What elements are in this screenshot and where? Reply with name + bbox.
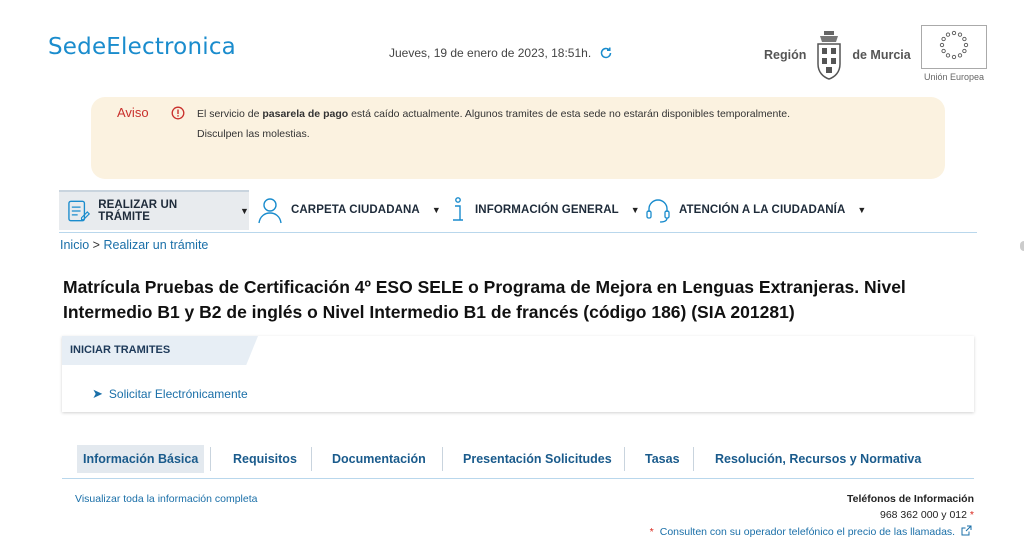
- nav-label-realizar: REALIZAR UN TRÁMITE: [98, 199, 178, 223]
- breadcrumb-separator: >: [92, 238, 100, 252]
- chevron-down-icon: ▼: [239, 206, 249, 216]
- chevron-down-icon: ▼: [431, 205, 441, 215]
- alert-icon: [171, 106, 185, 120]
- eu-logo: Unión Europea: [921, 25, 987, 83]
- nav-item-realizar-tramite[interactable]: REALIZAR UN TRÁMITE ▼: [59, 190, 249, 230]
- page-title: Matrícula Pruebas de Certificación 4º ES…: [63, 277, 906, 322]
- region-murcia-logo[interactable]: Región de Murcia: [764, 28, 911, 82]
- note-text: Consulten con su operador telefónico el …: [659, 526, 956, 538]
- notice-text-post: está caído actualmente. Algunos tramites…: [348, 108, 791, 120]
- asterisk-mark: *: [969, 509, 974, 521]
- phones-numbers: 968 362 000 y 012 *: [847, 509, 974, 521]
- eu-label: Unión Europea: [923, 72, 985, 82]
- tab-requisitos[interactable]: Requisitos: [227, 445, 303, 473]
- headset-icon: [646, 199, 670, 223]
- breadcrumb: Inicio > Realizar un trámite: [60, 238, 208, 252]
- info-tabs: Información Básica Requisitos Documentac…: [62, 440, 974, 479]
- form-edit-icon: [68, 200, 91, 222]
- notice-text-bold: pasarela de pago: [262, 108, 349, 120]
- notice-title: Aviso: [117, 105, 149, 120]
- notice-apology: Disculpen las molestias.: [197, 128, 310, 140]
- nav-label-carpeta: CARPETA CIUDADANA: [291, 204, 420, 216]
- chevron-down-icon: ▼: [857, 205, 867, 215]
- arrow-right-icon: ➤: [92, 386, 103, 401]
- nav-item-informacion-general[interactable]: INFORMACIÓN GENERAL ▼: [449, 190, 640, 230]
- tab-divider: [210, 447, 211, 471]
- info-icon: [453, 197, 463, 221]
- sede-electronica-logo[interactable]: SedeElectronica: [48, 34, 236, 60]
- tab-resolucion-recursos[interactable]: Resolución, Recursos y Normativa: [709, 445, 927, 473]
- tab-informacion-basica[interactable]: Información Básica: [77, 445, 205, 473]
- tab-divider: [442, 447, 443, 471]
- card-header: INICIAR TRAMITES: [62, 336, 258, 365]
- refresh-icon[interactable]: [599, 46, 613, 60]
- phones-title: Teléfonos de Información: [847, 493, 974, 505]
- notice-message: El servicio de pasarela de pago está caí…: [197, 108, 790, 120]
- note-asterisk: *: [649, 526, 654, 538]
- datetime-display: Jueves, 19 de enero de 2023, 18:51h.: [389, 46, 613, 60]
- coat-of-arms-icon: [812, 28, 846, 82]
- action-label: Solicitar Electrónicamente: [108, 387, 248, 401]
- scroll-handle[interactable]: [1020, 241, 1024, 251]
- nav-label-atencion: ATENCIÓN A LA CIUDADANÍA: [679, 204, 846, 216]
- breadcrumb-home-link[interactable]: Inicio: [60, 238, 89, 252]
- start-procedure-card: INICIAR TRAMITES ➤ Solicitar Electrónica…: [62, 336, 974, 412]
- solicitar-electronicamente-link[interactable]: ➤ Solicitar Electrónicamente: [92, 386, 248, 402]
- nav-item-atencion-ciudadania[interactable]: ATENCIÓN A LA CIUDADANÍA ▼: [645, 190, 866, 230]
- notice-box: Aviso El servicio de pasarela de pago es…: [91, 97, 945, 179]
- tab-tasas[interactable]: Tasas: [639, 445, 686, 473]
- tab-divider: [311, 447, 312, 471]
- external-link-icon: [961, 525, 972, 536]
- phones-number-text: 968 362 000 y 012: [879, 509, 967, 521]
- breadcrumb-current-link[interactable]: Realizar un trámite: [103, 238, 208, 252]
- tab-divider: [624, 447, 625, 471]
- tab-presentacion-solicitudes[interactable]: Presentación Solicitudes: [457, 445, 618, 473]
- main-nav: REALIZAR UN TRÁMITE ▼ CARPETA CIUDADANA …: [59, 190, 977, 233]
- notice-text-pre: El servicio de: [197, 108, 263, 120]
- tab-documentacion[interactable]: Documentación: [326, 445, 432, 473]
- tab-divider: [693, 447, 694, 471]
- datetime-text: Jueves, 19 de enero de 2023, 18:51h.: [389, 46, 592, 60]
- user-icon: [258, 198, 282, 224]
- eu-flag-icon: [921, 25, 987, 69]
- region-text-left: Región: [764, 48, 807, 62]
- nav-label-informacion: INFORMACIÓN GENERAL: [475, 204, 619, 216]
- chevron-down-icon: ▼: [630, 205, 640, 215]
- nav-item-carpeta-ciudadana[interactable]: CARPETA CIUDADANA ▼: [257, 190, 441, 230]
- view-full-info-link[interactable]: Visualizar toda la información completa: [75, 493, 257, 505]
- region-text-right: de Murcia: [852, 48, 911, 62]
- phones-info: Teléfonos de Información 968 362 000 y 0…: [847, 493, 974, 521]
- call-price-note[interactable]: * Consulten con su operador telefónico el…: [650, 525, 972, 538]
